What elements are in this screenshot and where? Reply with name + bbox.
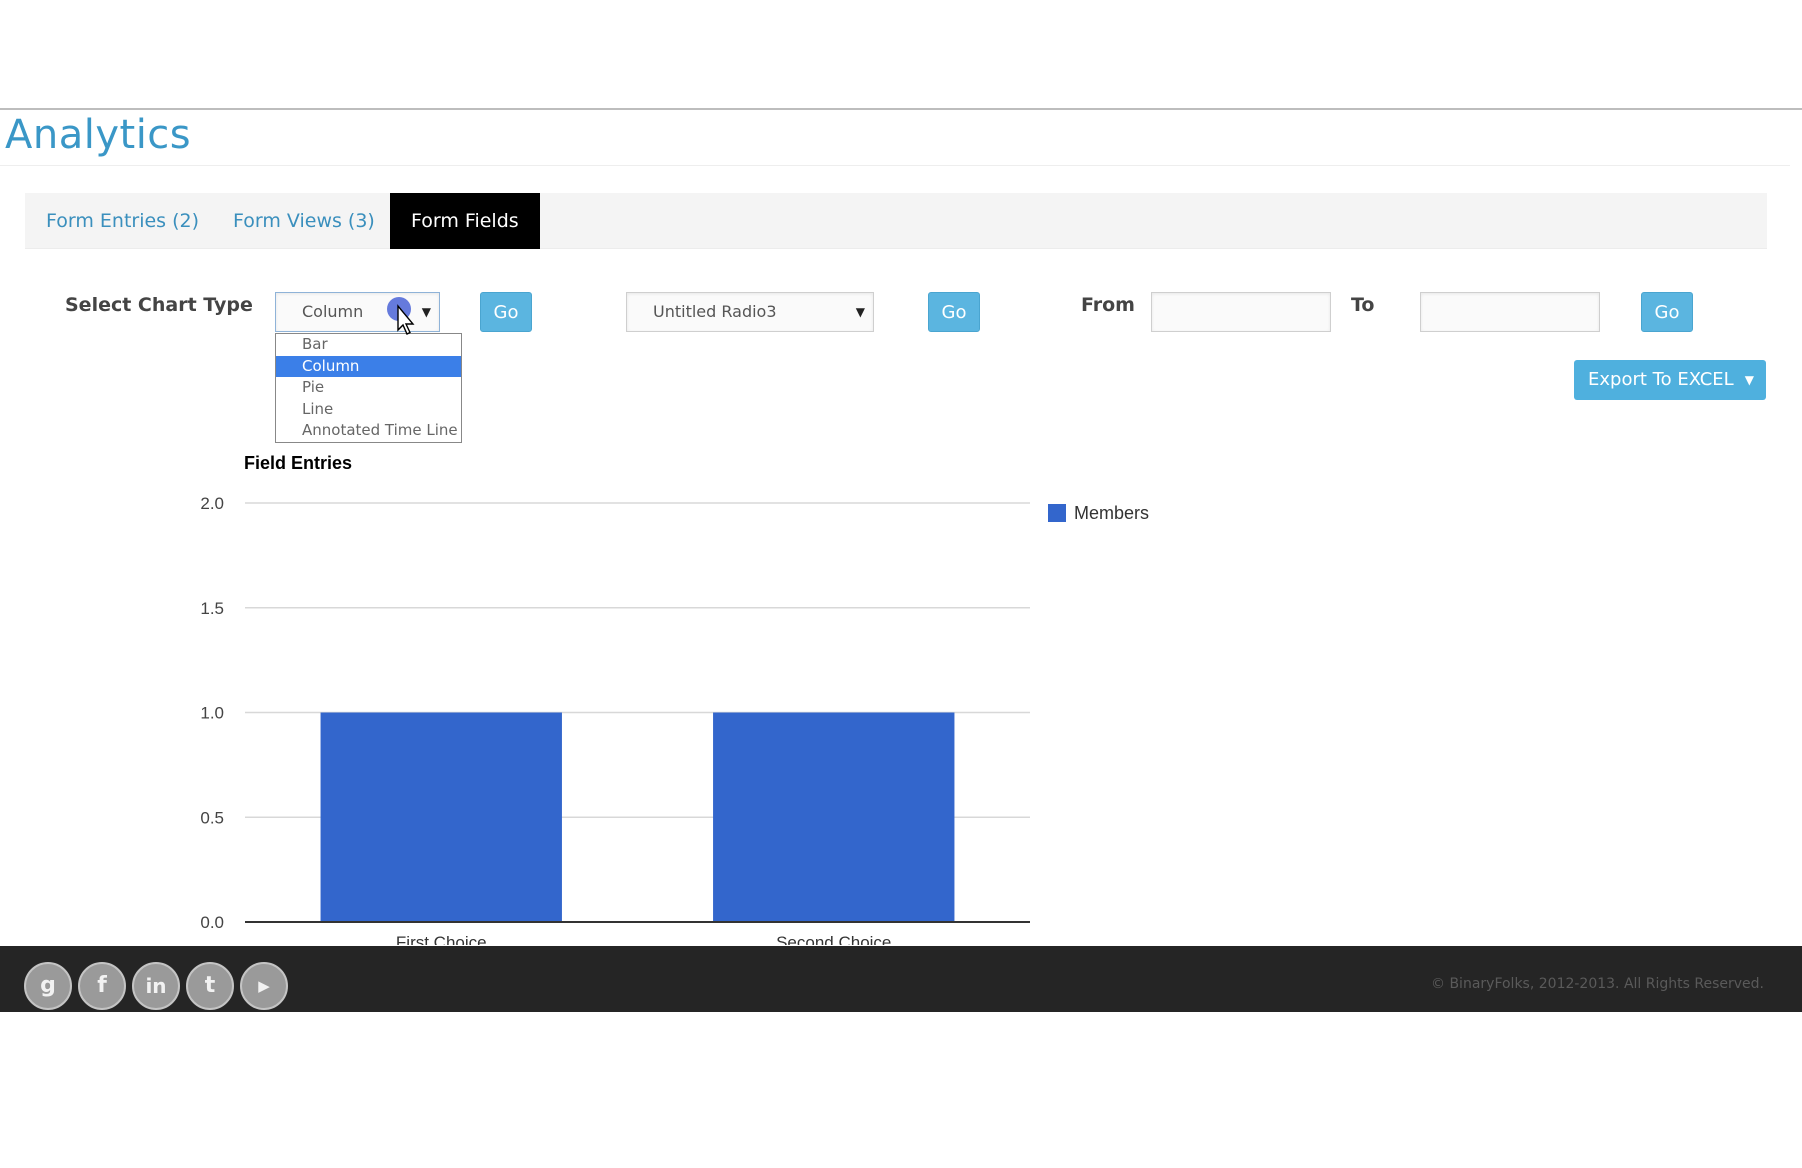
field-select[interactable]: Untitled Radio3 ▼ bbox=[626, 292, 874, 332]
page: Analytics Form Entries (2) Form Views (3… bbox=[0, 0, 1802, 1168]
y-tick-label: 0.0 bbox=[200, 913, 224, 932]
to-date-input[interactable] bbox=[1420, 292, 1600, 332]
chart-type-label: Select Chart Type bbox=[65, 294, 253, 316]
y-tick-label: 2.0 bbox=[200, 494, 224, 513]
export-excel-button[interactable]: Export To EXCEL ▼ bbox=[1574, 360, 1766, 400]
footer: g f in t ▶ © BinaryFolks, 2012-2013. All… bbox=[0, 946, 1802, 1012]
field-entries-chart: Field Entries 2.0 1.5 1.0 0.5 0.0 First Choice… bbox=[200, 453, 1149, 945]
bottom-blank-area bbox=[0, 1012, 1802, 1168]
y-tick-label: 1.5 bbox=[200, 599, 224, 618]
y-tick-label: 0.5 bbox=[200, 808, 224, 827]
title-divider bbox=[0, 165, 1790, 166]
tab-form-entries[interactable]: Form Entries (2) bbox=[25, 193, 220, 249]
facebook-icon[interactable]: f bbox=[78, 962, 126, 1010]
chevron-down-icon: ▼ bbox=[421, 305, 431, 319]
legend-swatch bbox=[1048, 504, 1066, 522]
mouse-cursor-icon bbox=[387, 297, 415, 335]
tab-form-fields[interactable]: Form Fields bbox=[390, 193, 540, 249]
caret-down-icon: ▼ bbox=[1744, 373, 1754, 387]
chart-type-dropdown-menu: Bar Column Pie Line Annotated Time Line bbox=[275, 333, 462, 443]
top-blank-area bbox=[0, 0, 1802, 110]
bar-first-choice bbox=[320, 712, 562, 922]
x-tick-label: First Choice bbox=[396, 933, 487, 945]
date-go-button[interactable]: Go bbox=[1641, 292, 1693, 332]
chart-type-selected-value: Column bbox=[302, 302, 364, 321]
export-excel-label: Export To EXCEL bbox=[1588, 369, 1734, 390]
dropdown-option-annotated-time-line[interactable]: Annotated Time Line bbox=[276, 420, 461, 442]
google-plus-icon[interactable]: g bbox=[24, 962, 72, 1010]
tab-bar: Form Entries (2) Form Views (3) Form Fie… bbox=[25, 193, 1767, 249]
field-go-button[interactable]: Go bbox=[928, 292, 980, 332]
tab-form-views[interactable]: Form Views (3) bbox=[212, 193, 396, 249]
dropdown-option-line[interactable]: Line bbox=[276, 399, 461, 421]
dropdown-option-bar[interactable]: Bar bbox=[276, 334, 461, 356]
linkedin-icon[interactable]: in bbox=[132, 962, 180, 1010]
legend-label: Members bbox=[1074, 503, 1149, 523]
chart-type-go-button[interactable]: Go bbox=[480, 292, 532, 332]
youtube-icon[interactable]: ▶ bbox=[240, 962, 288, 1010]
twitter-icon[interactable]: t bbox=[186, 962, 234, 1010]
from-date-input[interactable] bbox=[1151, 292, 1331, 332]
to-label: To bbox=[1351, 294, 1375, 316]
y-tick-label: 1.0 bbox=[200, 704, 224, 723]
x-tick-label: Second Choice bbox=[776, 933, 891, 945]
from-label: From bbox=[1081, 294, 1135, 316]
page-title: Analytics bbox=[5, 112, 192, 158]
copyright-text: © BinaryFolks, 2012-2013. All Rights Res… bbox=[1431, 976, 1764, 992]
bar-second-choice bbox=[713, 712, 955, 922]
chevron-down-icon: ▼ bbox=[855, 305, 865, 319]
dropdown-option-column[interactable]: Column bbox=[276, 355, 461, 378]
field-select-value: Untitled Radio3 bbox=[653, 302, 777, 321]
dropdown-option-pie[interactable]: Pie bbox=[276, 377, 461, 399]
chart-title: Field Entries bbox=[244, 453, 352, 473]
